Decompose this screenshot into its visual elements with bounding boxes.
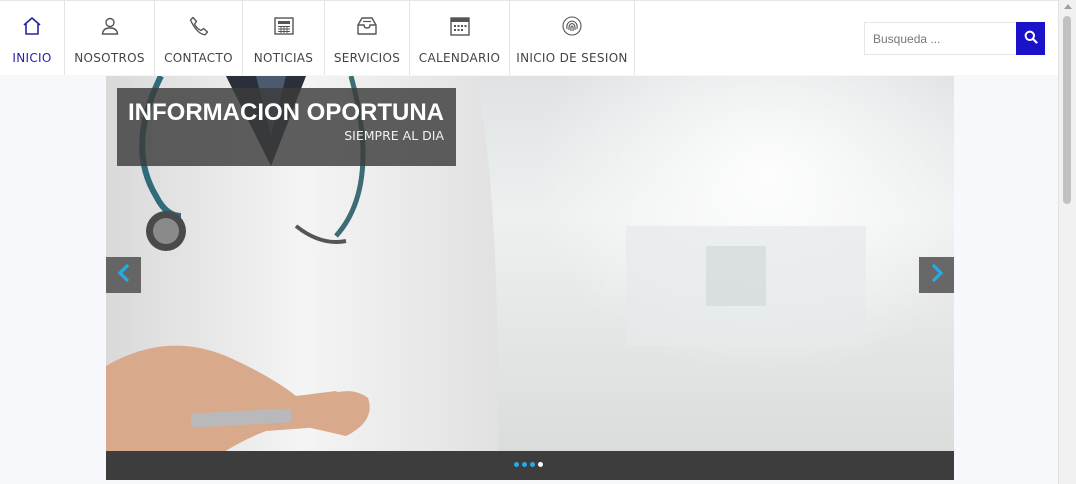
slide-caption: INFORMACION OPORTUNA SIEMPRE AL DIA (117, 88, 456, 166)
hero-slider: INFORMACION OPORTUNA SIEMPRE AL DIA (106, 76, 954, 480)
chevron-right-icon (929, 263, 945, 288)
search-button[interactable] (1016, 22, 1045, 55)
nav-item-label: CONTACTO (164, 51, 233, 65)
nav-item-noticias[interactable]: NOTICIAS (243, 1, 325, 75)
slider-dot-3[interactable] (530, 462, 535, 467)
main-nav: INICIO NOSOTROS CONTACTO NOTICIAS SERVIC… (0, 1, 635, 75)
slide-subtitle: SIEMPRE AL DIA (344, 128, 444, 143)
chevron-left-icon (116, 263, 132, 288)
slider-pagination-bar (106, 451, 954, 480)
nav-item-label: CALENDARIO (418, 51, 501, 65)
user-icon (99, 13, 121, 39)
slider-prev-button[interactable] (106, 257, 141, 293)
home-icon (21, 13, 43, 39)
slider-dots (514, 462, 543, 467)
search-input[interactable] (864, 22, 1016, 55)
slider-dot-2[interactable] (522, 462, 527, 467)
inbox-icon (356, 13, 378, 39)
nav-item-inicio-de-sesion[interactable]: INICIO DE SESION (510, 1, 635, 75)
nav-item-nosotros[interactable]: NOSOTROS (65, 1, 155, 75)
slider-next-button[interactable] (919, 257, 954, 293)
search-box (864, 22, 1045, 55)
nav-item-label: INICIO (12, 51, 52, 65)
slider-dot-1[interactable] (514, 462, 519, 467)
newspaper-icon (273, 13, 295, 39)
nav-item-calendario[interactable]: CALENDARIO (410, 1, 510, 75)
nav-item-contacto[interactable]: CONTACTO (155, 1, 243, 75)
search-icon (1024, 30, 1038, 47)
top-navigation-bar: INICIO NOSOTROS CONTACTO NOTICIAS SERVIC… (0, 0, 1058, 75)
nav-item-inicio[interactable]: INICIO (0, 1, 65, 75)
nav-item-label: NOSOTROS (74, 51, 145, 65)
nav-item-label: NOTICIAS (253, 51, 314, 65)
fingerprint-icon (561, 13, 583, 39)
slide-title: INFORMACION OPORTUNA (128, 99, 444, 126)
nav-item-label: INICIO DE SESION (516, 51, 628, 65)
page-scrollbar[interactable] (1058, 0, 1076, 484)
nav-item-servicios[interactable]: SERVICIOS (325, 1, 410, 75)
scrollbar-thumb[interactable] (1063, 16, 1071, 204)
calendar-icon (449, 13, 471, 39)
nav-item-label: SERVICIOS (333, 51, 401, 65)
phone-icon (188, 13, 210, 39)
scroll-up-arrow[interactable] (1064, 4, 1072, 9)
slider-dot-4[interactable] (538, 462, 543, 467)
